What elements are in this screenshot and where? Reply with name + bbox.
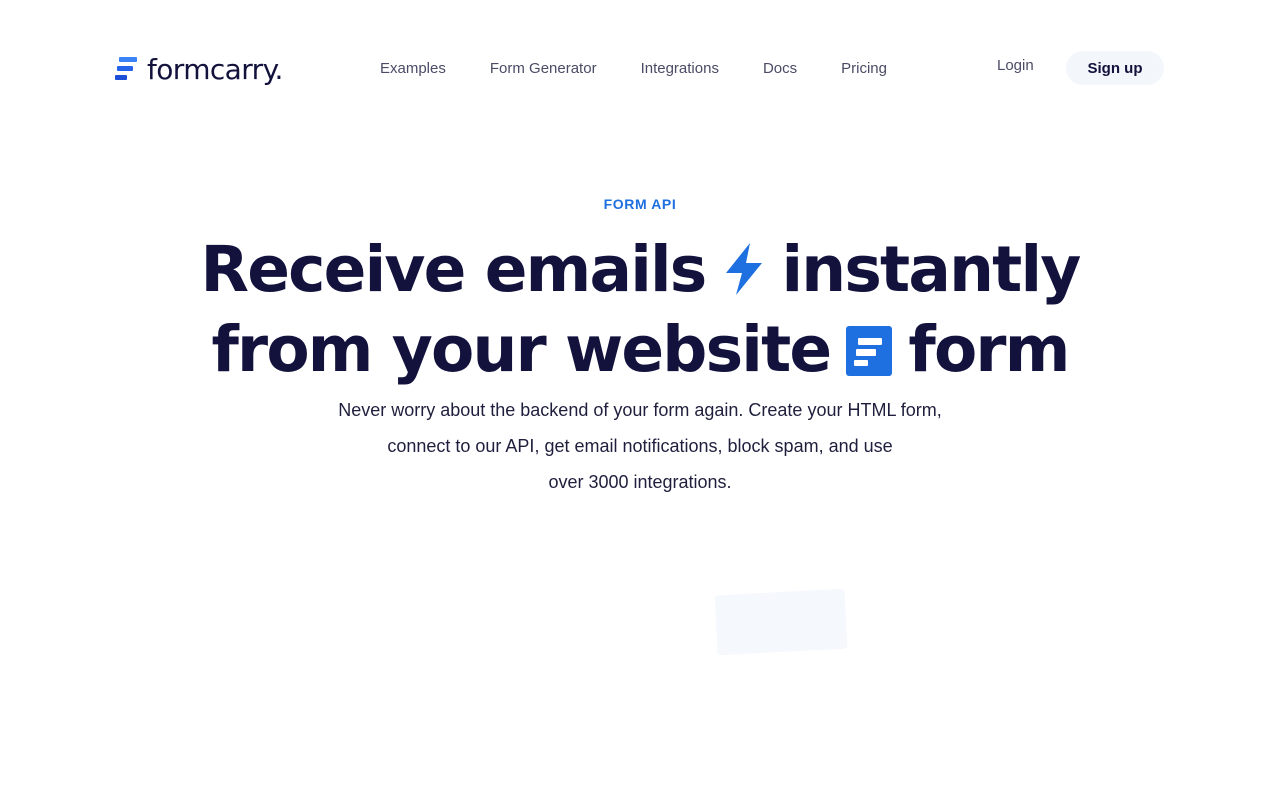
formcarry-logo-icon	[115, 57, 137, 80]
hero-headline-line-2: from your website form	[0, 310, 1280, 390]
headline-text-from-your-website: from your website	[211, 313, 832, 386]
hero-eyebrow: FORM API	[603, 196, 677, 212]
headline-text-receive-emails: Receive emails	[200, 233, 707, 306]
signup-button[interactable]: Sign up	[1066, 51, 1164, 85]
hero-subtitle: Never worry about the backend of your fo…	[0, 392, 1280, 500]
headline-text-instantly: instantly	[781, 233, 1082, 306]
headline-text-form: form	[908, 313, 1070, 386]
lightning-bolt-icon	[725, 242, 762, 295]
hero-headline-line-1: Receive emails instantly	[0, 230, 1280, 310]
nav-link-form-generator[interactable]: Form Generator	[490, 60, 597, 77]
subtitle-line-3: over 3000 integrations.	[548, 472, 732, 492]
subtitle-line-1: Never worry about the backend of your fo…	[338, 400, 942, 420]
site-header: formcarry. Examples Form Generator Integ…	[0, 0, 1280, 136]
nav-link-examples[interactable]: Examples	[380, 60, 446, 77]
brand-logo[interactable]: formcarry.	[115, 52, 283, 86]
nav-link-docs[interactable]: Docs	[763, 60, 797, 77]
nav-link-pricing[interactable]: Pricing	[841, 60, 887, 77]
main-nav: Examples Form Generator Integrations Doc…	[380, 57, 931, 79]
form-square-icon	[846, 325, 893, 376]
faded-preview-card	[714, 588, 848, 656]
subtitle-line-2: connect to our API, get email notificati…	[387, 436, 893, 456]
page: formcarry. Examples Form Generator Integ…	[0, 0, 1280, 800]
login-link[interactable]: Login	[997, 57, 1034, 74]
nav-link-integrations[interactable]: Integrations	[641, 60, 719, 77]
brand-name: formcarry.	[147, 52, 283, 86]
